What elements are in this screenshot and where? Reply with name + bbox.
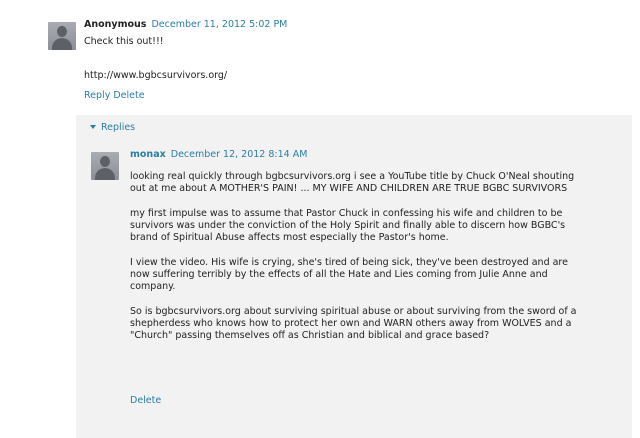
replies-thread: Replies monax December 12, 2012 8:14 AM … <box>76 115 632 438</box>
reply-line: now suffering terribly by the effects of… <box>130 269 548 280</box>
reply-body: looking real quickly through bgbcsurvivo… <box>130 171 620 342</box>
reply-line: looking real quickly through bgbcsurvivo… <box>130 171 575 182</box>
reply-line: I view the video. His wife is crying, sh… <box>130 257 568 268</box>
comment-body: Check this out!!! <box>84 36 164 47</box>
avatar[interactable] <box>48 22 76 50</box>
replies-toggle[interactable]: Replies <box>90 122 135 134</box>
reply-avatar[interactable] <box>91 152 119 180</box>
reply-line: So is bgbcsurvivors.org about surviving … <box>130 306 577 317</box>
reply-line: my first impulse was to assume that Past… <box>130 208 563 219</box>
delete-button[interactable]: Delete <box>113 90 144 101</box>
reply-line: "Church" passing themselves off as Chris… <box>130 330 490 341</box>
reply-header: monax December 12, 2012 8:14 AM <box>130 149 307 161</box>
comment-author: Anonymous <box>84 19 147 30</box>
caret-down-icon <box>90 124 96 129</box>
comment-actions: Reply Delete <box>84 90 145 102</box>
reply-line: brand of Spiritual Abuse affects most es… <box>130 232 449 243</box>
reply-line: company. <box>130 281 176 292</box>
reply-paragraph: I view the video. His wife is crying, sh… <box>130 257 620 293</box>
reply-line: survivors was under the conviction of th… <box>130 220 566 231</box>
reply-date-link[interactable]: December 12, 2012 8:14 AM <box>171 149 308 160</box>
reply-line: out at me about A MOTHER'S PAIN! ... MY … <box>130 183 568 194</box>
reply-paragraph: So is bgbcsurvivors.org about surviving … <box>130 306 620 342</box>
comment: Anonymous December 11, 2012 5:02 PM <box>84 19 287 31</box>
reply-delete-button[interactable]: Delete <box>130 395 161 406</box>
comment-date-link[interactable]: December 11, 2012 5:02 PM <box>151 19 287 30</box>
reply-author-link[interactable]: monax <box>130 149 166 160</box>
reply-button[interactable]: Reply <box>84 90 110 101</box>
comment-url: http://www.bgbcsurvivors.org/ <box>84 70 228 81</box>
reply-paragraph: looking real quickly through bgbcsurvivo… <box>130 171 620 195</box>
reply-paragraph: my first impulse was to assume that Past… <box>130 208 620 244</box>
reply-line: shepherdess who knows how to protect her… <box>130 318 572 329</box>
replies-toggle-label: Replies <box>101 122 136 133</box>
comment-header: Anonymous December 11, 2012 5:02 PM <box>84 19 287 31</box>
